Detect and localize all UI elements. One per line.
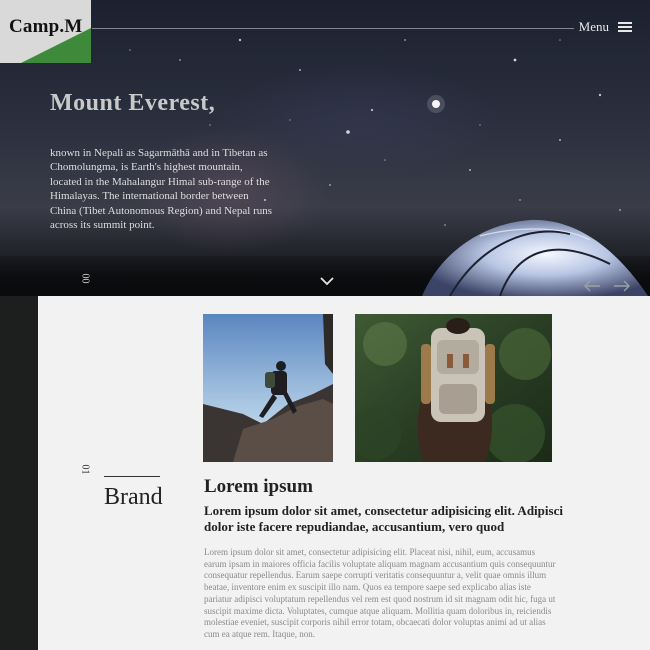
chevron-down-icon[interactable]: [320, 276, 334, 286]
section-body: Lorem ipsum dolor sit amet, consectetur …: [204, 547, 556, 639]
section-subtitle: Lorem ipsum dolor sit amet, consectetur …: [204, 503, 563, 534]
brand-divider: [104, 476, 160, 477]
hamburger-icon: [618, 22, 632, 32]
slider-arrows: [583, 280, 631, 292]
section-number: 01: [79, 464, 91, 475]
left-sidebar-strip: [0, 296, 38, 650]
logo[interactable]: Camp.M: [0, 0, 91, 63]
hero-title: Mount Everest,: [50, 90, 216, 116]
hero-description: known in Nepali as Sagarmāthā and in Tib…: [50, 147, 273, 232]
arrow-left-icon[interactable]: [583, 280, 601, 292]
menu-button[interactable]: Menu: [579, 19, 632, 35]
logo-text: Camp.M: [9, 16, 83, 37]
section-label: Brand: [104, 484, 163, 510]
arrow-right-icon[interactable]: [613, 280, 631, 292]
slide-number: 00: [79, 273, 91, 284]
section-title: Lorem ipsum: [204, 476, 313, 497]
hiker-backpack-photo: [355, 314, 552, 462]
climber-photo: [203, 314, 333, 462]
menu-label: Menu: [578, 19, 609, 34]
header-divider: [92, 28, 574, 29]
